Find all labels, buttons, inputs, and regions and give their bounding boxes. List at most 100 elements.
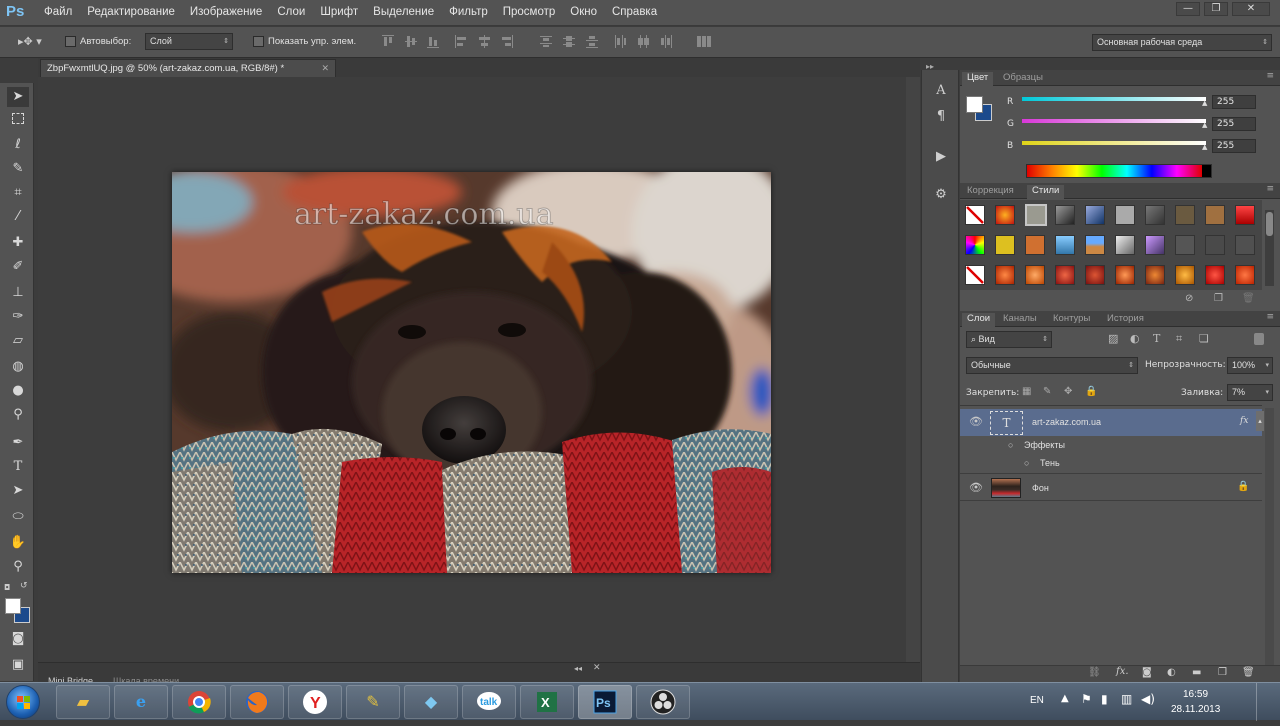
- move-tool-preset-icon[interactable]: ▸✥ ▾: [18, 35, 48, 49]
- menu-layers[interactable]: Слои: [277, 6, 305, 18]
- delete-layer-icon[interactable]: 🗑: [1242, 667, 1255, 678]
- style-swatch[interactable]: [1085, 235, 1105, 255]
- style-swatch[interactable]: [995, 205, 1015, 225]
- layer-name[interactable]: art-zakaz.com.ua: [1032, 417, 1101, 427]
- eyedropper-tool-icon[interactable]: ⁄: [7, 207, 29, 227]
- blend-mode-dropdown[interactable]: Обычные ⇕: [966, 357, 1138, 374]
- style-none[interactable]: [965, 205, 985, 225]
- clock-time[interactable]: 16:59: [1183, 689, 1208, 700]
- close-icon[interactable]: ✕: [321, 63, 329, 74]
- screen-mode-icon[interactable]: ▣: [7, 655, 29, 675]
- type-tool-icon[interactable]: T: [7, 457, 29, 477]
- crop-tool-icon[interactable]: ⌗: [7, 183, 29, 203]
- lasso-tool-icon[interactable]: ℓ: [7, 135, 29, 155]
- panel-menu-icon[interactable]: ≡: [1266, 184, 1274, 194]
- menu-type[interactable]: Шрифт: [320, 6, 358, 18]
- opacity-input[interactable]: 100% ▾: [1227, 357, 1273, 374]
- start-button[interactable]: [6, 685, 40, 719]
- style-swatch[interactable]: [1145, 205, 1165, 225]
- layer-effects-row[interactable]: ○ Эффекты: [960, 437, 1262, 455]
- taskbar-excel[interactable]: X: [520, 685, 574, 719]
- filter-adjustment-icon[interactable]: ◐: [1130, 332, 1140, 345]
- document-image[interactable]: art-zakaz.com.ua: [172, 172, 771, 573]
- layer-expand-toggle[interactable]: ▴: [1256, 411, 1264, 431]
- tab-color[interactable]: Цвет: [962, 72, 994, 86]
- style-swatch[interactable]: [1055, 205, 1075, 225]
- tab-swatches[interactable]: Образцы: [998, 72, 1048, 86]
- style-swatch[interactable]: [1115, 235, 1135, 255]
- add-style-icon[interactable]: fx.: [1116, 666, 1129, 677]
- style-swatch[interactable]: [1235, 235, 1255, 255]
- new-style-icon[interactable]: ❐: [1214, 293, 1223, 304]
- lock-all-icon[interactable]: 🔒: [1085, 386, 1097, 397]
- align-top-icon[interactable]: [382, 35, 394, 48]
- style-swatch[interactable]: [1175, 235, 1195, 255]
- filter-type-icon[interactable]: T: [1153, 332, 1160, 345]
- slider-thumb-icon[interactable]: ▲: [1202, 121, 1207, 129]
- healing-brush-tool-icon[interactable]: ✚: [7, 233, 29, 253]
- language-indicator[interactable]: EN: [1030, 695, 1044, 706]
- tab-history[interactable]: История: [1102, 313, 1149, 327]
- auto-align-icon[interactable]: [697, 35, 711, 48]
- panel-menu-icon[interactable]: ≡: [1266, 312, 1274, 322]
- taskbar-firefox[interactable]: [230, 685, 284, 719]
- visibility-eye-icon[interactable]: 👁: [969, 415, 983, 428]
- style-swatch[interactable]: [1145, 235, 1165, 255]
- swap-colors-icon[interactable]: ↺: [20, 581, 30, 591]
- dodge-tool-icon[interactable]: ⚲: [7, 405, 29, 425]
- style-none[interactable]: [965, 265, 985, 285]
- menu-image[interactable]: Изображение: [190, 6, 262, 18]
- style-swatch[interactable]: [1055, 235, 1075, 255]
- close-icon[interactable]: ✕: [593, 663, 601, 673]
- character-panel-icon[interactable]: A: [931, 82, 951, 100]
- style-swatch[interactable]: [1175, 265, 1195, 285]
- align-bottom-icon[interactable]: [427, 35, 439, 48]
- marquee-tool-icon[interactable]: [7, 111, 29, 131]
- taskbar-ie[interactable]: e: [114, 685, 168, 719]
- filter-toggle[interactable]: [1254, 333, 1264, 345]
- menu-window[interactable]: Окно: [570, 6, 597, 18]
- tab-channels[interactable]: Каналы: [998, 313, 1042, 327]
- layer-filter-dropdown[interactable]: ⌕ Вид ⇕: [966, 331, 1052, 348]
- vertical-scrollbar[interactable]: [906, 77, 920, 662]
- minimize-button[interactable]: —: [1176, 2, 1200, 16]
- filter-shape-icon[interactable]: ⌗: [1176, 332, 1182, 346]
- menu-filter[interactable]: Фильтр: [449, 6, 488, 18]
- add-mask-icon[interactable]: ◙: [1142, 667, 1152, 678]
- channel-b-value[interactable]: 255: [1212, 139, 1256, 153]
- align-vcenter-icon[interactable]: [405, 35, 417, 48]
- distribute-top-icon[interactable]: [540, 35, 552, 48]
- taskbar-photoshop[interactable]: Ps: [578, 685, 632, 719]
- eraser-tool-icon[interactable]: ▱: [7, 331, 29, 351]
- menu-select[interactable]: Выделение: [373, 6, 434, 18]
- taskbar-explorer[interactable]: ▰: [56, 685, 110, 719]
- auto-select-dropdown[interactable]: Слой ⇕: [145, 33, 233, 50]
- style-swatch[interactable]: [995, 265, 1015, 285]
- color-spectrum[interactable]: [1026, 164, 1212, 178]
- foreground-color-swatch[interactable]: [5, 598, 21, 614]
- style-swatch[interactable]: [1085, 205, 1105, 225]
- history-brush-tool-icon[interactable]: ✑: [7, 307, 29, 327]
- quick-select-tool-icon[interactable]: ✎: [7, 159, 29, 179]
- style-swatch[interactable]: [1235, 205, 1255, 225]
- volume-icon[interactable]: ◀): [1141, 692, 1155, 706]
- distribute-left-icon[interactable]: [614, 35, 626, 48]
- channel-g-value[interactable]: 255: [1212, 117, 1256, 131]
- taskbar-talk[interactable]: talk: [462, 685, 516, 719]
- restore-button[interactable]: ❐: [1204, 2, 1228, 16]
- close-button[interactable]: ✕: [1232, 2, 1270, 16]
- delete-style-icon[interactable]: 🗑: [1242, 293, 1255, 304]
- clear-style-icon[interactable]: ⊘: [1185, 293, 1193, 304]
- taskbar-app-2[interactable]: ◆: [404, 685, 458, 719]
- style-swatch[interactable]: [1055, 265, 1075, 285]
- channel-b-slider[interactable]: [1022, 141, 1206, 145]
- layers-scrollbar[interactable]: [1265, 408, 1274, 668]
- hand-tool-icon[interactable]: ✋: [7, 533, 29, 553]
- taskbar-yandex[interactable]: Y: [288, 685, 342, 719]
- menu-help[interactable]: Справка: [612, 6, 657, 18]
- style-swatch[interactable]: [1025, 204, 1047, 226]
- quick-mask-icon[interactable]: ◙: [7, 629, 29, 649]
- layer-name[interactable]: Фон: [1032, 483, 1049, 493]
- distribute-bottom-icon[interactable]: [586, 35, 598, 48]
- style-swatch[interactable]: [1205, 265, 1225, 285]
